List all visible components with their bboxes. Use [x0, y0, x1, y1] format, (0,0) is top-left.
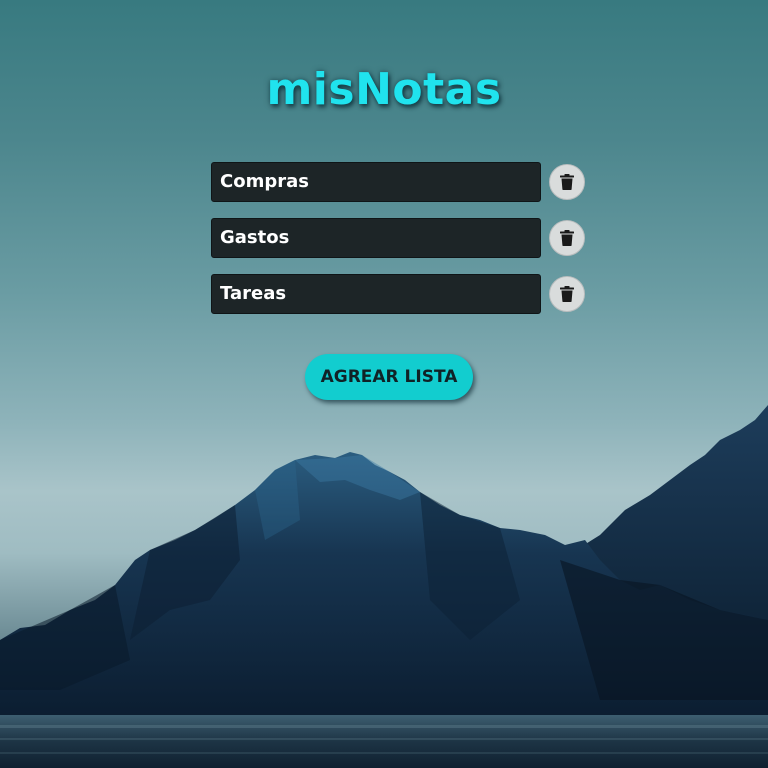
delete-list-button[interactable] [549, 276, 585, 312]
app-title: misNotas [266, 64, 502, 115]
list-item: Tareas [211, 274, 591, 314]
list-item: Compras [211, 162, 591, 202]
list-item: Gastos [211, 218, 591, 258]
trash-icon [560, 174, 574, 190]
list-name-field[interactable]: Tareas [211, 274, 541, 314]
list-name-field[interactable]: Gastos [211, 218, 541, 258]
trash-icon [560, 286, 574, 302]
lists-container: Compras Gastos Tareas [211, 162, 591, 330]
delete-list-button[interactable] [549, 220, 585, 256]
add-list-button[interactable]: AGREAR LISTA [305, 354, 473, 400]
delete-list-button[interactable] [549, 164, 585, 200]
list-name-field[interactable]: Compras [211, 162, 541, 202]
trash-icon [560, 230, 574, 246]
